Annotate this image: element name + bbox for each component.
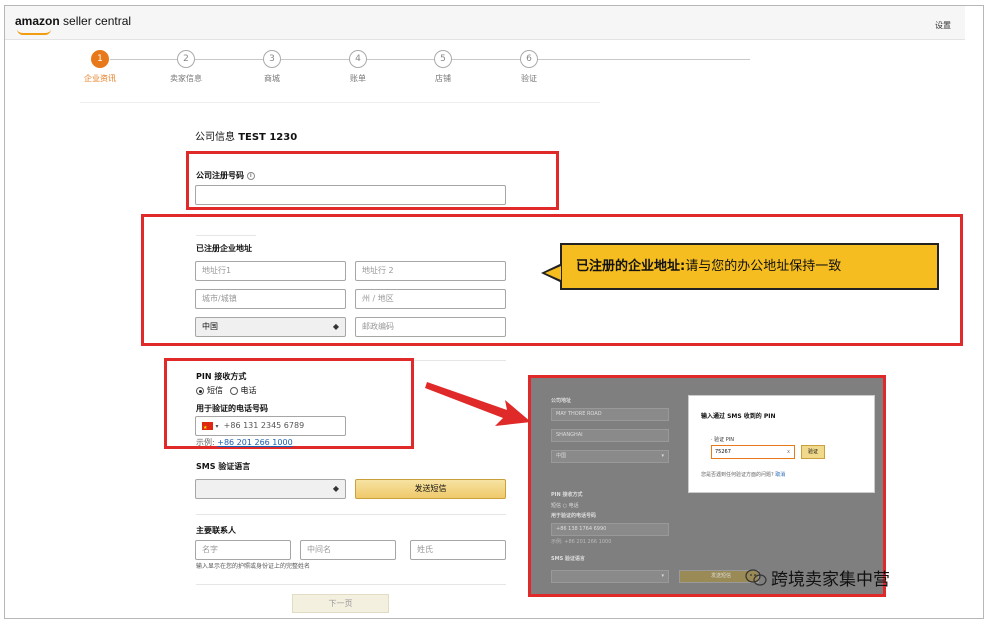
step-2: 2 卖家信息	[156, 50, 216, 84]
wechat-icon	[745, 569, 767, 586]
top-header: amazon seller central 设置	[5, 6, 965, 40]
sms-radio[interactable]	[196, 386, 204, 395]
divider	[196, 584, 506, 585]
amazon-seller-central-logo[interactable]: amazon seller central	[15, 14, 131, 35]
address-callout: 已注册的企业地址:请与您的办公地址保持一致	[560, 243, 939, 290]
step-4: 4 账单	[328, 50, 388, 84]
address-line2-input[interactable]: 地址行 2	[355, 261, 506, 281]
divider	[196, 514, 506, 515]
chevron-updown-icon: ◆	[332, 484, 339, 493]
city-input[interactable]: 城市/城镇	[195, 289, 346, 309]
red-arrow-icon	[425, 382, 531, 426]
country-select[interactable]: 中国 ◆	[195, 317, 346, 337]
phone-example: 示例: +86 201 266 1000	[196, 438, 293, 447]
callout-tail-fill	[545, 266, 561, 280]
pin-input[interactable]: 75267 x	[711, 445, 795, 459]
step-6: 6 验证	[499, 50, 559, 84]
middle-name-input[interactable]: 中间名	[300, 540, 396, 560]
pin-method-radios: 短信 电话	[196, 385, 257, 396]
first-name-input[interactable]: 名字	[195, 540, 291, 560]
address-label: 已注册企业地址	[196, 244, 252, 253]
clear-icon[interactable]: x	[787, 446, 790, 458]
primary-contact-label: 主要联系人	[196, 526, 236, 535]
reg-number-input[interactable]	[195, 185, 506, 205]
postal-code-input[interactable]: 邮政编码	[355, 317, 506, 337]
step-1: 1 企业资讯	[70, 50, 130, 84]
verify-button[interactable]: 验证	[801, 445, 825, 459]
address-line1-input[interactable]: 地址行1	[195, 261, 346, 281]
last-name-input[interactable]: 姓氏	[410, 540, 506, 560]
sms-pin-modal-screenshot: 公司地址 MAY THORE ROAD SHANGHAI 中国 ▾ PIN 接收方…	[528, 375, 886, 597]
sms-language-label: SMS 验证语言	[196, 462, 251, 471]
progress-stepper: 1 企业资讯 2 卖家信息 3 商城 4 账单 5 店铺 6 验证	[0, 50, 990, 100]
sms-language-select[interactable]: ◆	[195, 479, 346, 499]
page-title: 公司信息 TEST 1230	[195, 132, 298, 143]
china-flag-icon[interactable]	[202, 419, 213, 437]
settings-link[interactable]: 设置	[935, 20, 951, 31]
watermark-text: 跨境卖家集中营	[771, 570, 890, 590]
stepper-divider	[80, 102, 600, 103]
next-page-button[interactable]: 下一页	[292, 594, 389, 613]
pin-method-label: PIN 接收方式	[196, 372, 247, 381]
contact-hint: 输入显示在您的护照或身份证上的完整姓名	[196, 563, 311, 570]
state-input[interactable]: 州 / 地区	[355, 289, 506, 309]
step-3: 3 商城	[242, 50, 302, 84]
phone-input[interactable]: ▾ +86 131 2345 6789	[195, 416, 346, 437]
phone-radio[interactable]	[229, 386, 238, 395]
sms-pin-dialog: 输入通过 SMS 收到的 PIN · 验证 PIN 75267 x 验证 您是否遇…	[688, 395, 875, 493]
reg-number-label: 公司注册号码 i	[196, 170, 255, 181]
send-sms-button[interactable]: 发送短信	[355, 479, 506, 499]
info-icon[interactable]: i	[246, 171, 255, 180]
step-5: 5 店铺	[413, 50, 473, 84]
phone-label: 用于验证的电话号码	[196, 404, 268, 413]
divider	[196, 235, 256, 236]
chevron-updown-icon: ◆	[332, 322, 339, 331]
